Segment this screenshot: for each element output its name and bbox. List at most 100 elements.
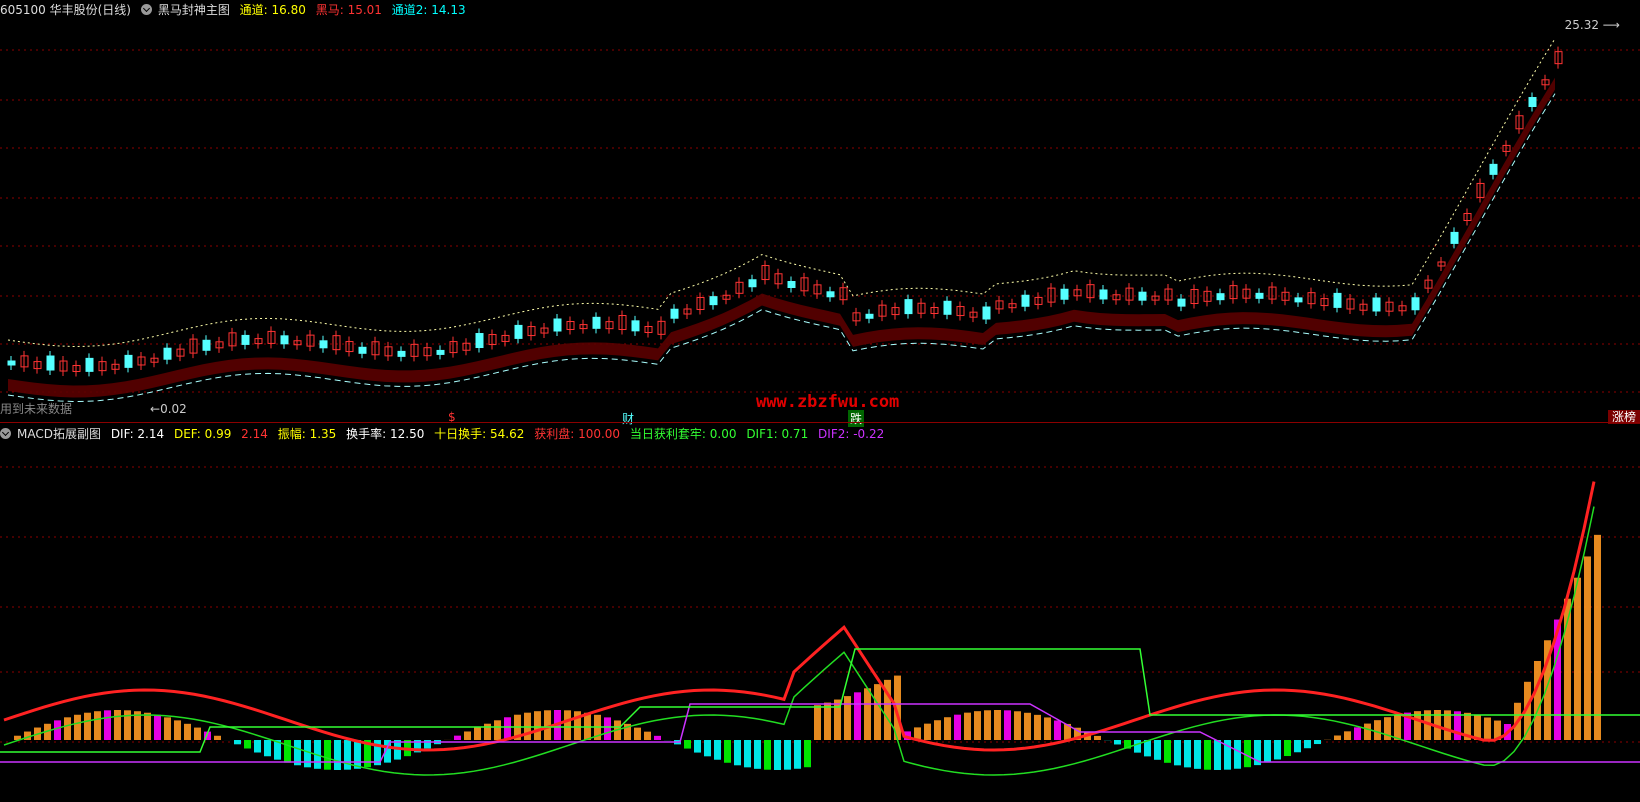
macd-bar [1154,740,1161,760]
macd-bar [1474,714,1481,740]
watermark: www.zbzfwu.com [756,392,900,412]
candle-body [514,324,523,339]
candle-body [1489,163,1498,175]
macd-bar [984,710,991,740]
macd-bar [764,740,771,770]
candle-body [358,346,367,354]
macd-bar [1534,660,1541,740]
sub-value-dif2: DIF2: -0.22 [818,427,885,441]
candle-body [397,350,406,357]
macd-bar [1054,720,1061,740]
sub-indicator-name[interactable]: MACD拓展副图 [17,427,101,441]
macd-bar [254,740,261,753]
macd-bar [194,727,201,740]
macd-bar [1244,740,1251,768]
candle-body [1099,289,1108,300]
candle-body [241,334,250,345]
candle-body [46,355,55,371]
macd-bar [284,740,291,763]
sub-value-def: DEF: 0.99 [173,427,232,441]
candle-body [163,347,172,360]
candle-body [865,313,874,319]
macd-bar [934,720,941,740]
macd-bar [654,735,661,740]
macd-bar [1584,556,1591,740]
candle-body [709,296,718,306]
macd-bar [1204,740,1211,770]
macd-bar [334,740,341,770]
main-value-channel2: 通道2: 14.13 [391,3,466,17]
main-header: 605100 华丰股份(日线) 黑马封神主图 通道: 16.80 黑马: 15.… [0,0,472,20]
macd-bar [694,740,701,753]
candle-body [904,299,913,315]
macd-bar [644,731,651,740]
heima-band [8,77,1555,398]
candle-body [787,281,796,289]
macd-bar [864,688,871,740]
macd-bar [474,727,481,740]
indicator-menu-icon[interactable] [140,4,152,15]
macd-bar [454,735,461,740]
panel-divider[interactable] [0,422,1640,423]
sub-indicator-menu-icon[interactable] [0,428,11,439]
macd-bar [174,720,181,740]
macd-bar [1034,714,1041,740]
macd-bar [1094,735,1101,740]
macd-bar [794,740,801,769]
macd-chart[interactable] [0,442,1640,802]
sub-value-amplitude: 振幅: 1.35 [277,427,337,441]
candle-body [943,300,952,315]
macd-bar [304,740,311,768]
candle-body [748,279,757,288]
main-value-channel: 通道: 16.80 [239,3,306,17]
macd-bar [734,740,741,766]
macd-bar [1134,740,1141,753]
macd-bar [344,740,351,770]
macd-bar [994,710,1001,740]
macd-bar [74,714,81,740]
macd-bar [824,702,831,740]
main-chart[interactable] [0,20,1640,422]
candle-body [436,349,445,355]
macd-bar [1314,740,1321,745]
macd-bar [114,710,121,740]
candle-body [475,333,484,349]
macd-bar [714,740,721,760]
macd-bar [804,740,811,768]
macd-bar [244,740,251,749]
stock-title[interactable]: 605100 华丰股份(日线) [0,3,131,17]
macd-bar [1114,740,1121,745]
macd-bar [1004,710,1011,740]
macd-bar [1014,711,1021,740]
macd-bar [1164,740,1171,763]
macd-bar [964,712,971,740]
macd-bar [1294,740,1301,753]
macd-bar [64,717,71,740]
candle-body [1255,292,1264,299]
main-indicator-name[interactable]: 黑马封神主图 [158,3,230,17]
macd-bar [684,740,691,749]
macd-bar [1214,740,1221,770]
candle-body [1021,294,1030,307]
sub-value-profit: 获利盘: 100.00 [534,427,621,441]
sub-value-dif: DIF: 2.14 [110,427,165,441]
macd-bar [604,717,611,740]
macd-bar [264,740,271,757]
macd-bar [754,740,761,769]
macd-bar [1354,727,1361,740]
candle-body [1060,288,1069,300]
candle-body [7,360,16,366]
macd-bar [1024,712,1031,740]
sub-value-turnover10: 十日换手: 54.62 [434,427,525,441]
macd-bar [1284,740,1291,757]
macd-bar [184,723,191,740]
macd-bar [634,727,641,740]
candle-body [1294,297,1303,303]
macd-bar [484,723,491,740]
macd-bar [1184,740,1191,768]
macd-bar [464,731,471,740]
sub-value-turnover: 换手率: 12.50 [346,427,425,441]
macd-bar [704,740,711,757]
candle-body [1528,97,1537,108]
candle-body [1333,292,1342,308]
